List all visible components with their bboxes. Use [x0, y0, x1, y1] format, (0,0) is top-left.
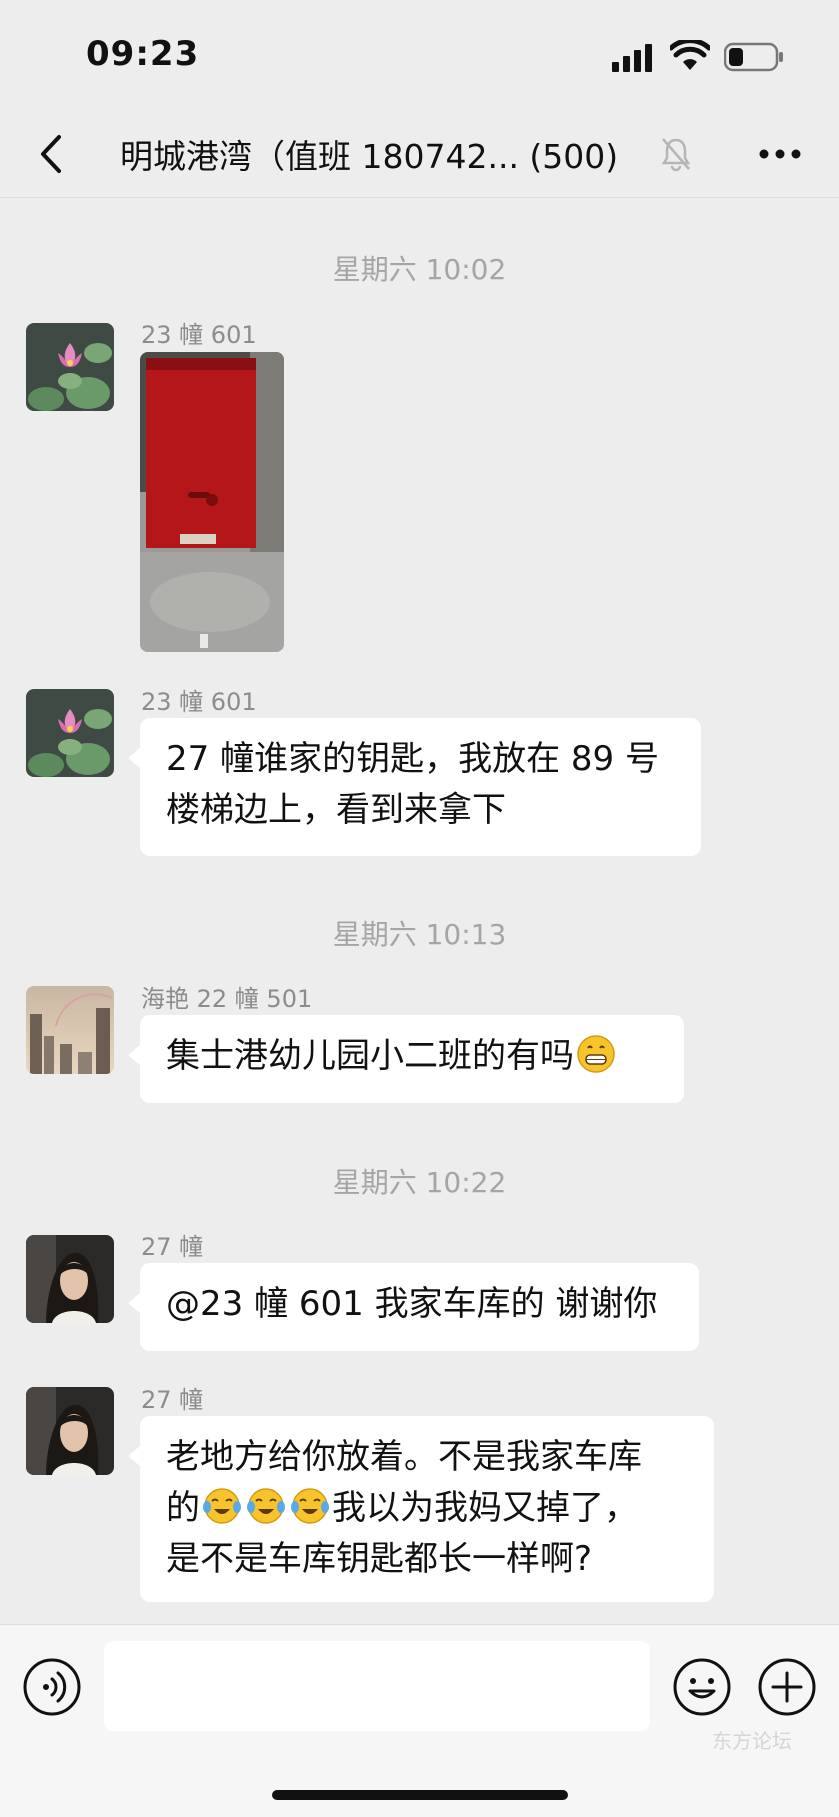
watermark: 东方论坛 — [712, 1729, 792, 1753]
grinning-emoji-icon — [577, 1035, 615, 1073]
input-bar: 东方论坛 — [0, 1624, 839, 1817]
crying-laughing-emoji-icon — [247, 1488, 285, 1524]
chevron-left-icon — [41, 135, 61, 173]
sender-name: 27 幢 — [141, 1386, 204, 1414]
home-indicator — [272, 1790, 568, 1800]
nav-bar: 明城港湾（值班 180742... (500) — [0, 110, 839, 198]
sender-name: 23 幢 601 — [141, 688, 257, 716]
sender-name: 23 幢 601 — [141, 321, 257, 349]
battery-icon — [724, 42, 783, 72]
voice-icon[interactable] — [22, 1657, 82, 1717]
message-text-line: 是不是车库钥匙都长一样啊? — [166, 1539, 593, 1579]
avatar[interactable] — [26, 1235, 114, 1323]
crying-laughing-emoji-icon — [203, 1488, 241, 1524]
emoji-icon[interactable] — [672, 1657, 732, 1717]
back-button[interactable] — [28, 128, 72, 180]
red-cabinet-photo — [140, 352, 284, 652]
message-text: 的 — [166, 1488, 200, 1528]
more-button[interactable] — [752, 132, 808, 176]
portrait-avatar-image — [26, 1235, 114, 1323]
timestamp: 星期六 10:13 — [332, 918, 507, 951]
lotus-avatar-image — [26, 689, 114, 777]
message-bubble[interactable]: @23 幢 601 我家车库的 谢谢你 — [128, 1263, 699, 1351]
avatar[interactable] — [26, 1387, 114, 1475]
message-text-line: 27 幢谁家的钥匙，我放在 89 号 — [166, 739, 659, 779]
timestamp: 星期六 10:02 — [332, 253, 507, 286]
message-text-line: 楼梯边上，看到来拿下 — [166, 790, 506, 830]
message-text-line: 的 我以为我妈又掉了， — [166, 1483, 688, 1534]
crying-laughing-emoji-icon — [291, 1488, 329, 1524]
bell-muted-icon — [661, 138, 691, 172]
sender-name: 海艳 22 幢 501 — [141, 985, 313, 1013]
message-text: @23 幢 601 我家车库的 谢谢你 — [166, 1284, 658, 1324]
message-text: 我以为我妈又掉了， — [332, 1488, 638, 1528]
signal-icon — [612, 44, 652, 72]
message-input[interactable] — [104, 1641, 650, 1731]
message-photo[interactable] — [140, 352, 284, 652]
portrait-avatar-image — [26, 1387, 114, 1475]
message-bubble[interactable]: 27 幢谁家的钥匙，我放在 89 号 楼梯边上，看到来拿下 — [128, 718, 701, 856]
status-bar: 09:23 — [0, 0, 839, 110]
avatar[interactable] — [26, 323, 114, 411]
lotus-avatar-image — [26, 323, 114, 411]
message-text-line: 老地方给你放着。不是我家车库 — [166, 1437, 642, 1477]
avatar[interactable] — [26, 689, 114, 777]
message-bubble[interactable]: 集士港幼儿园小二班的有吗 — [128, 1015, 684, 1103]
avatar[interactable] — [26, 986, 114, 1074]
message-text: 集士港幼儿园小二班的有吗 — [166, 1036, 574, 1076]
ellipsis-icon — [759, 149, 801, 159]
chat-title: 明城港湾（值班 180742... (500) — [120, 137, 619, 176]
message-bubble[interactable]: 老地方给你放着。不是我家车库 的 我以为我妈又掉了， 是不是车库钥匙都长一样啊? — [128, 1416, 714, 1602]
plus-icon[interactable] — [757, 1657, 817, 1717]
skyline-avatar-image — [26, 986, 114, 1074]
status-time: 09:23 — [86, 34, 200, 74]
wifi-icon — [670, 40, 710, 70]
timestamp: 星期六 10:22 — [332, 1166, 507, 1199]
sender-name: 27 幢 — [141, 1233, 204, 1261]
